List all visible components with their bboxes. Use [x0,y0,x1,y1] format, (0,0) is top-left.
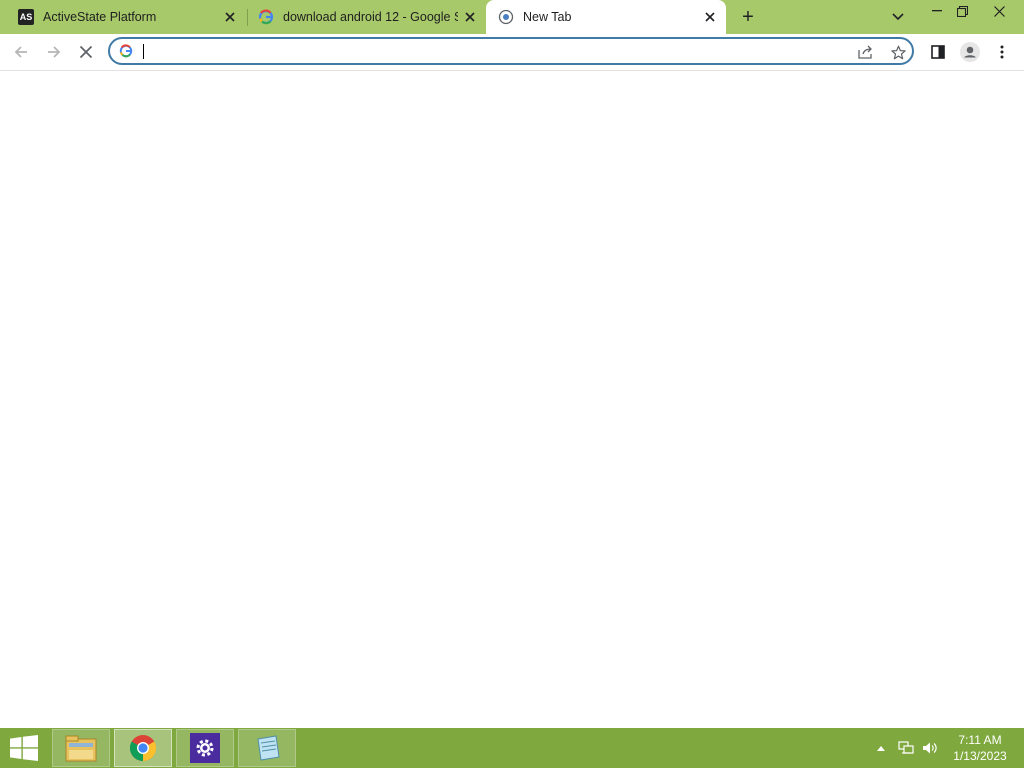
chrome-menu-icon[interactable] [990,40,1014,64]
side-panel-icon[interactable] [926,40,950,64]
page-content [0,71,1024,727]
restore-window-icon[interactable] [945,0,979,22]
back-arrow-icon[interactable] [9,40,33,64]
file-explorer-icon [65,735,97,762]
tab-title: New Tab [523,10,572,24]
tab-google-search[interactable]: download android 12 - Google S [248,0,486,34]
stop-loading-icon[interactable] [74,40,98,64]
close-tab-icon[interactable] [702,9,718,25]
taskbar-file-explorer[interactable] [52,729,110,767]
show-hidden-icons-chevron-icon[interactable] [874,728,888,768]
activestate-logo-icon: AS [18,9,34,25]
notepad-icon [257,735,280,761]
new-tab-button[interactable]: + [736,5,760,29]
bookmark-star-icon[interactable] [889,43,907,61]
tab-title: ActiveState Platform [43,10,157,24]
tab-activestate[interactable]: AS ActiveState Platform [0,0,246,34]
close-tab-icon[interactable] [462,9,478,25]
system-clock[interactable]: 7:11 AM 1/13/2023 [944,732,1016,764]
windows-start-icon[interactable] [0,728,48,768]
volume-icon[interactable] [920,728,940,768]
address-input[interactable] [140,42,840,60]
google-g-icon [119,44,133,58]
tab-strip: AS ActiveState Platform download android… [0,0,1024,34]
taskbar-settings[interactable] [176,729,234,767]
google-g-icon [258,9,274,25]
clock-time: 7:11 AM [958,733,1002,747]
taskbar-notepad[interactable] [238,729,296,767]
tab-title: download android 12 - Google S [283,10,458,24]
windows-taskbar: 7:11 AM 1/13/2023 [0,728,1024,768]
settings-gear-icon [190,733,220,763]
browser-toolbar [0,34,1024,71]
clock-date: 1/13/2023 [953,749,1007,763]
share-icon[interactable] [857,43,875,61]
network-icon[interactable] [896,728,916,768]
forward-arrow-icon[interactable] [42,40,66,64]
chrome-icon [129,735,157,762]
tab-new-tab[interactable]: New Tab [486,0,726,34]
profile-avatar-icon[interactable] [958,40,982,64]
tab-search-chevron-icon[interactable] [888,8,908,26]
taskbar-chrome[interactable] [114,729,172,767]
address-bar[interactable] [108,37,914,65]
close-window-icon[interactable] [982,0,1016,22]
close-tab-icon[interactable] [222,9,238,25]
chrome-newtab-icon [498,9,514,25]
text-caret [143,44,144,59]
